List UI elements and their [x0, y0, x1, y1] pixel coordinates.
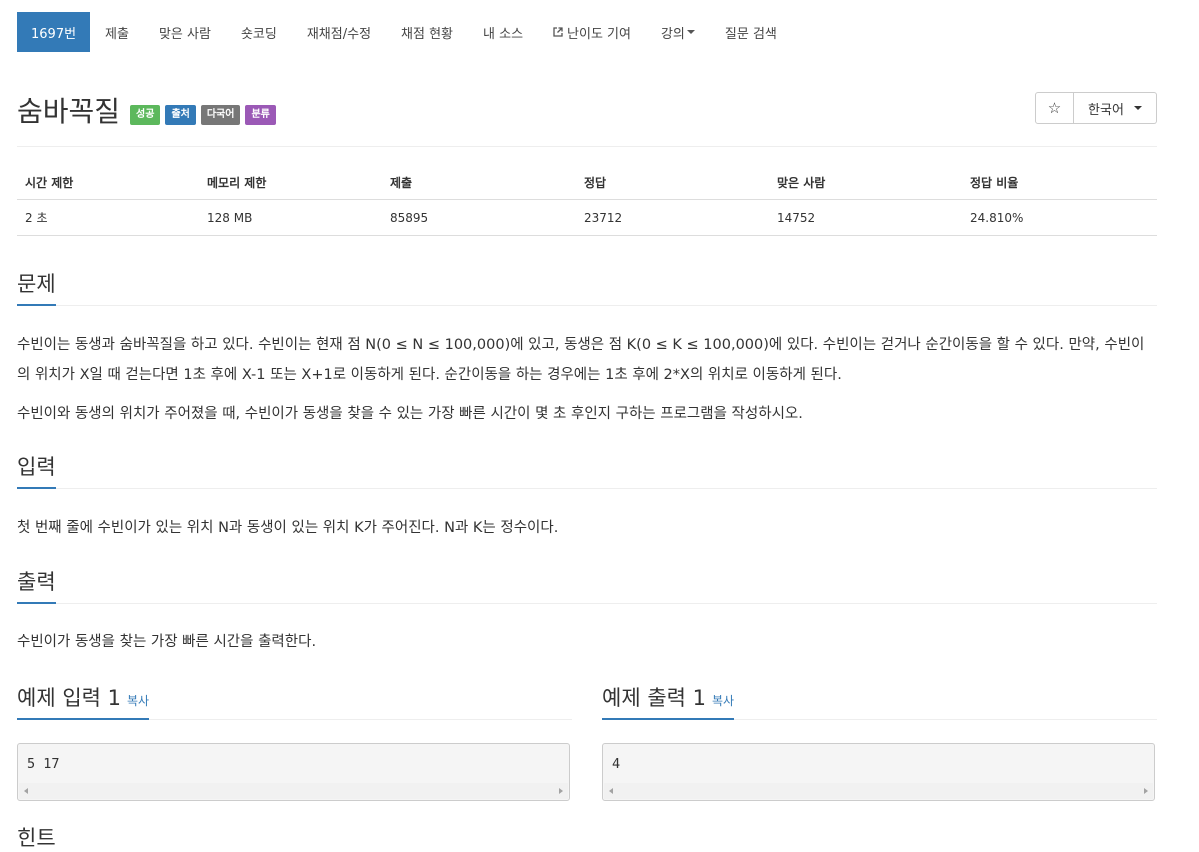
description-paragraph: 수빈이와 동생의 위치가 주어졌을 때, 수빈이가 동생을 찾을 수 있는 가장… [17, 406, 803, 422]
label-category-badge[interactable]: 분류 [245, 105, 276, 125]
table-header-cell: 시간 제한 [17, 166, 199, 200]
sample-input-box[interactable]: 5 17 [17, 743, 570, 801]
nav-item-label: 채점 현황 [401, 26, 454, 42]
table-header-cell: 정답 [576, 166, 769, 200]
page-title: 숨바꼭질 [17, 95, 121, 128]
table-cell: 2 초 [17, 199, 199, 236]
nav-item-label: 제출 [105, 26, 129, 42]
horizontal-scrollbar[interactable] [19, 783, 568, 799]
nav-item-label: 질문 검색 [724, 26, 777, 42]
output-section-header: 출력 [17, 566, 1157, 604]
nav-item-submit[interactable]: 제출 [90, 12, 144, 52]
nav-item-label: 재채점/수정 [306, 26, 372, 42]
nav-item-short-coding[interactable]: 숏코딩 [226, 12, 292, 52]
problem-page: 1697번 제출 맞은 사람 숏코딩 재채점/수정 채점 현황 내 소스 난이도… [0, 0, 1199, 850]
table-cell: 14752 [769, 199, 962, 236]
nav-item-solved-users[interactable]: 맞은 사람 [144, 12, 226, 52]
input-description: 첫 번째 줄에 수빈이가 있는 위치 N과 동생이 있는 위치 K가 주어진다.… [17, 520, 559, 536]
table-header-row: 시간 제한 메모리 제한 제출 정답 맞은 사람 정답 비율 [17, 166, 1157, 200]
table-cell: 128 MB [199, 199, 382, 236]
nav-item-problem-number[interactable]: 1697번 [17, 12, 91, 52]
nav-item-label: 맞은 사람 [158, 26, 211, 42]
nav-item-difficulty[interactable]: 난이도 기여 [538, 12, 646, 52]
table-cell: 85895 [382, 199, 576, 236]
caret-down-icon [686, 30, 695, 34]
hint-section-heading: 힌트 [17, 826, 56, 850]
title-actions: ☆ 한국어 [1035, 92, 1157, 124]
scroll-left-icon[interactable] [609, 788, 613, 794]
table-row: 2 초 128 MB 85895 23712 14752 24.810% [17, 199, 1157, 236]
section-heading: 출력 [17, 566, 56, 604]
label-success-badge[interactable]: 성공 [130, 105, 161, 125]
caret-down-icon [1133, 106, 1142, 110]
scroll-left-icon[interactable] [24, 788, 28, 794]
problem-nav: 1697번 제출 맞은 사람 숏코딩 재채점/수정 채점 현황 내 소스 난이도… [17, 12, 792, 52]
copy-sample-input-link[interactable]: 복사 [127, 694, 149, 708]
input-section-header: 입력 [17, 451, 1157, 489]
table-cell: 24.810% [962, 199, 1157, 236]
nav-item-status[interactable]: 채점 현황 [386, 12, 468, 52]
scroll-right-icon[interactable] [559, 788, 563, 794]
horizontal-scrollbar[interactable] [604, 783, 1153, 799]
nav-item-label: 1697번 [31, 26, 77, 42]
nav-item-rejudge[interactable]: 재채점/수정 [292, 12, 386, 52]
scroll-right-icon[interactable] [1144, 788, 1148, 794]
nav-item-lectures[interactable]: 강의 [646, 12, 710, 52]
nav-item-question-search[interactable]: 질문 검색 [710, 12, 792, 52]
nav-item-label: 강의 [660, 26, 685, 42]
nav-item-label: 난이도 기여 [567, 26, 631, 42]
language-select[interactable]: 한국어 [1074, 92, 1157, 124]
label-multilang-badge[interactable]: 다국어 [200, 105, 241, 125]
sample-input-header: 예제 입력 1 복사 [17, 682, 572, 720]
table-header-cell: 정답 비율 [962, 166, 1157, 200]
table-header-cell: 메모리 제한 [199, 166, 382, 200]
nav-item-my-source[interactable]: 내 소스 [468, 12, 538, 52]
nav-item-label: 내 소스 [483, 26, 524, 42]
star-icon: ☆ [1047, 99, 1062, 117]
external-link-icon [553, 27, 563, 37]
sample-output-box[interactable]: 4 [602, 743, 1155, 801]
sample-output-header: 예제 출력 1 복사 [602, 682, 1157, 720]
nav-item-label: 숏코딩 [240, 26, 277, 42]
section-heading: 예제 입력 1 [17, 686, 121, 710]
output-description: 수빈이가 동생을 찾는 가장 빠른 시간을 출력한다. [17, 634, 317, 650]
section-heading: 입력 [17, 451, 56, 489]
table-header-cell: 제출 [382, 166, 576, 200]
description-section-header: 문제 [17, 268, 1157, 306]
table-header-cell: 맞은 사람 [769, 166, 962, 200]
problem-info-table: 시간 제한 메모리 제한 제출 정답 맞은 사람 정답 비율 2 초 128 M… [17, 166, 1157, 236]
section-heading: 예제 출력 1 [602, 686, 706, 710]
label-source-badge[interactable]: 출처 [165, 105, 196, 125]
language-select-value: 한국어 [1088, 102, 1124, 118]
table-cell: 23712 [576, 199, 769, 236]
title-divider [17, 146, 1157, 147]
copy-sample-output-link[interactable]: 복사 [712, 694, 734, 708]
problem-title-row: 숨바꼭질 성공 출처 다국어 분류 [17, 90, 276, 130]
description-paragraph: 수빈이는 동생과 숨바꼭질을 하고 있다. 수빈이는 현재 점 N(0 ≤ N … [17, 337, 1145, 383]
favorite-button[interactable]: ☆ [1035, 92, 1074, 124]
section-heading: 문제 [17, 268, 56, 306]
